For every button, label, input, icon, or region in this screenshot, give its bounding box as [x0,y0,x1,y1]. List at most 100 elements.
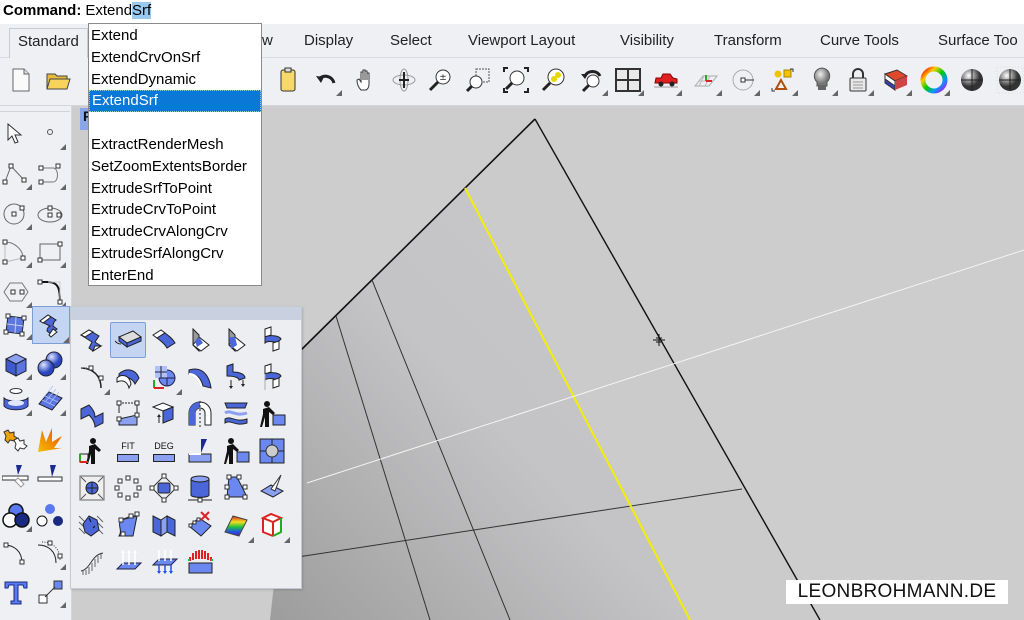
untrim-icon[interactable] [254,433,290,469]
scale-transform-icon[interactable] [34,576,66,608]
rebuild-uv-icon[interactable] [146,359,182,395]
surface-from-points-icon[interactable] [0,308,32,340]
unroll-surface-icon[interactable] [146,507,182,543]
remove-knot-icon[interactable] [182,507,218,543]
autocomplete-item-selected[interactable]: ExtendSrf [89,90,261,113]
match-surface-icon[interactable] [254,359,290,395]
adjust-seam-icon[interactable] [110,396,146,432]
new-document-icon[interactable] [4,64,36,96]
man-rebuild-icon[interactable] [218,433,254,469]
normals-icon[interactable] [110,544,146,580]
man-place-icon[interactable] [74,433,110,469]
cylinder-mesh-icon[interactable] [0,384,32,416]
pan-hand-icon[interactable] [350,64,382,96]
rendered-viewport-icon[interactable] [994,64,1024,96]
wireframe-triangle-icon[interactable] [218,470,254,506]
autocomplete-item[interactable]: ExtrudeSrfToPoint [89,178,261,200]
tab-display[interactable]: Display [304,32,353,49]
control-points-icon[interactable] [110,470,146,506]
flip-normals-icon[interactable] [146,544,182,580]
autocomplete-item[interactable]: ExtrudeCrvAlongCrv [89,221,261,243]
variable-fillet-icon[interactable] [182,359,218,395]
curvature-graph-icon[interactable] [74,544,110,580]
boolean-split-icon[interactable] [34,424,66,456]
autocomplete-item[interactable]: ExtendCrvOnSrf [89,47,261,69]
symmetric-blend-icon[interactable] [74,396,110,432]
open-folder-icon[interactable] [42,64,74,96]
tab-view[interactable]: w [262,32,273,49]
circle-icon[interactable] [0,198,32,230]
bend-surface-icon[interactable] [182,396,218,432]
chamfer-surface-icon[interactable] [182,322,218,358]
polyline-icon[interactable] [0,158,32,190]
shaded-viewport-icon[interactable] [956,64,988,96]
rectangle-icon[interactable] [34,236,66,268]
tab-visibility[interactable]: Visibility [620,32,674,49]
curve-icon[interactable] [34,158,66,190]
zoom-dynamic-icon[interactable]: ± [424,64,456,96]
fillet-curves-icon[interactable] [34,276,66,308]
layer-properties-icon[interactable] [880,64,912,96]
undo-view-change-icon[interactable] [576,64,608,96]
autocomplete-item[interactable]: SetZoomExtentsBorder [89,156,261,178]
box-solid-icon[interactable] [0,348,32,380]
flow-along-surface-icon[interactable] [218,396,254,432]
cylinder-icon[interactable] [182,470,218,506]
sphere-union-icon[interactable] [34,348,66,380]
fit-surface-icon[interactable]: FIT [110,433,146,469]
zoom-selected-icon[interactable] [538,64,570,96]
lock-icon[interactable] [842,64,874,96]
zoom-extents-icon[interactable] [500,64,532,96]
change-degree-icon[interactable]: DEG [146,433,182,469]
cage-edit-icon[interactable] [146,470,182,506]
split-icon[interactable] [34,460,66,492]
four-viewports-icon[interactable] [612,64,644,96]
boolean-union-icon[interactable] [0,500,32,532]
rotate-view-icon[interactable] [388,64,420,96]
boolean-difference-icon[interactable] [34,500,66,532]
draft-angle-icon[interactable] [182,544,218,580]
paste-icon[interactable] [272,64,304,96]
fillet-surface-icon[interactable] [146,322,182,358]
zoom-window-icon[interactable] [462,64,494,96]
autocomplete-item[interactable]: Extend [89,25,261,47]
mesh-plane-icon[interactable] [34,384,66,416]
offset-surface-icon[interactable] [110,359,146,395]
connect-surface-icon[interactable] [218,359,254,395]
construction-plane-icon[interactable] [690,64,722,96]
autocomplete-item[interactable]: EnterEnd [89,265,261,287]
shrink-trimmed-icon[interactable] [74,470,110,506]
blend-curve-icon[interactable] [34,538,66,570]
man-edit-icon[interactable] [254,396,290,432]
undo-icon[interactable] [310,64,342,96]
polygon-icon[interactable] [0,276,32,308]
command-line[interactable]: Command: ExtendSrf [0,0,1024,24]
autocomplete-item[interactable]: ExtendDynamic [89,69,261,91]
explode-join-icon[interactable] [0,424,32,456]
tab-curve-tools[interactable]: Curve Tools [820,32,899,49]
variable-chamfer-icon[interactable] [218,322,254,358]
zebra-analysis-icon[interactable] [218,507,254,543]
offset-surface-loose-icon[interactable] [146,396,182,432]
color-wheel-icon[interactable] [918,64,950,96]
named-views-car-icon[interactable] [650,64,682,96]
extend-surface-to-edge-icon[interactable] [110,322,146,358]
analyze-direction-icon[interactable] [74,507,110,543]
tab-surface-tools[interactable]: Surface Too [938,32,1018,49]
flyout-title-bar[interactable] [71,307,301,320]
text-object-icon[interactable] [0,576,32,608]
trim-icon[interactable] [0,460,32,492]
extend-surface-icon[interactable] [32,306,70,344]
ellipse-icon[interactable] [34,198,66,230]
bounding-box-icon[interactable] [254,507,290,543]
autocomplete-item[interactable]: ExtrudeCrvToPoint [89,199,261,221]
autocomplete-item[interactable]: ExtrudeSrfAlongCrv [89,243,261,265]
select-objects-icon[interactable] [766,64,798,96]
edit-points-curve-icon[interactable] [110,507,146,543]
osnap-icon[interactable] [728,64,760,96]
command-input[interactable]: ExtendSrf [85,2,152,19]
point-icon[interactable] [34,118,66,150]
blend-surface-icon[interactable] [254,322,290,358]
extend-surface-icon[interactable] [74,322,110,358]
autocomplete-item[interactable]: ExtractRenderMesh [89,134,261,156]
